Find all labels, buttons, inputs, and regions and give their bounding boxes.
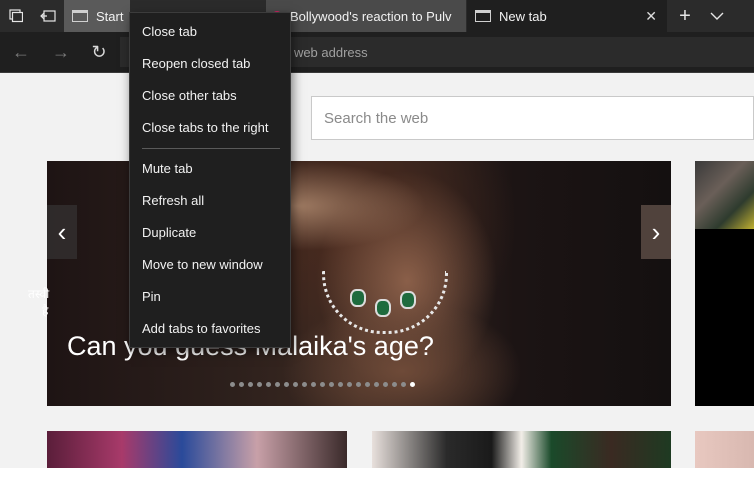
gem-graphic: [400, 291, 416, 309]
menu-item-pin[interactable]: Pin: [142, 289, 161, 304]
menu-item-mute-tab[interactable]: Mute tab: [142, 161, 193, 176]
new-tab-button[interactable]: +: [670, 0, 700, 32]
carousel-dot[interactable]: [338, 382, 343, 387]
carousel-dot[interactable]: [311, 382, 316, 387]
page-icon: [475, 10, 491, 22]
search-input[interactable]: Search the web: [311, 96, 754, 140]
set-tabs-aside-icon[interactable]: [0, 0, 32, 32]
tab-label: New tab: [499, 8, 547, 24]
tab-start[interactable]: Start: [64, 0, 130, 32]
carousel-dot[interactable]: [302, 382, 307, 387]
carousel-dot[interactable]: [383, 382, 388, 387]
tab-label: Start: [96, 8, 124, 24]
forward-button[interactable]: →: [42, 32, 80, 72]
carousel-dot[interactable]: [410, 382, 415, 387]
carousel-dot[interactable]: [230, 382, 235, 387]
carousel-dot[interactable]: [275, 382, 280, 387]
tab-list-chevron-icon[interactable]: [702, 0, 732, 32]
tab-new-tab[interactable]: New tab ✕: [467, 0, 667, 32]
carousel-dot[interactable]: [401, 382, 406, 387]
news-card[interactable]: [47, 431, 347, 468]
menu-item-duplicate[interactable]: Duplicate: [142, 225, 196, 240]
back-button[interactable]: ←: [2, 32, 40, 72]
tab-context-menu: Close tab Reopen closed tab Close other …: [129, 12, 291, 348]
menu-item-add-tabs-to-favorites[interactable]: Add tabs to favorites: [142, 321, 261, 336]
tab-bollywood[interactable]: Bollywood's reaction to Pulv: [266, 0, 466, 32]
carousel-dot[interactable]: [356, 382, 361, 387]
side-card-image: [695, 161, 754, 229]
news-card[interactable]: [372, 431, 671, 468]
search-placeholder: Search the web: [324, 109, 429, 127]
carousel-dot[interactable]: [365, 382, 370, 387]
close-tab-icon[interactable]: ✕: [645, 8, 657, 25]
carousel-dot[interactable]: [284, 382, 289, 387]
address-placeholder: r web address: [286, 44, 368, 60]
carousel-dot[interactable]: [329, 382, 334, 387]
menu-item-close-tabs-to-right[interactable]: Close tabs to the right: [142, 120, 268, 135]
carousel-dot[interactable]: [266, 382, 271, 387]
carousel-dots: [230, 382, 415, 390]
carousel-next-button[interactable]: ›: [641, 205, 671, 259]
gem-graphic: [350, 289, 366, 307]
menu-item-reopen-closed-tab[interactable]: Reopen closed tab: [142, 56, 250, 71]
side-card-line: है: [42, 304, 49, 318]
menu-item-close-tab[interactable]: Close tab: [142, 24, 197, 39]
carousel-dot[interactable]: [248, 382, 253, 387]
carousel-dot[interactable]: [293, 382, 298, 387]
carousel-dot[interactable]: [347, 382, 352, 387]
carousel-prev-button[interactable]: ‹: [47, 205, 77, 259]
page-icon: [72, 10, 88, 22]
side-news-card[interactable]: [695, 161, 754, 406]
carousel-dot[interactable]: [239, 382, 244, 387]
side-card-line: तस्वी: [28, 287, 50, 301]
side-card-text: तस्वी है: [28, 286, 88, 320]
menu-separator: [142, 148, 280, 149]
menu-item-close-other-tabs[interactable]: Close other tabs: [142, 88, 237, 103]
menu-item-refresh-all[interactable]: Refresh all: [142, 193, 204, 208]
carousel-dot[interactable]: [320, 382, 325, 387]
carousel-dot[interactable]: [257, 382, 262, 387]
carousel-dot[interactable]: [392, 382, 397, 387]
tabs-aside-icon[interactable]: [32, 0, 64, 32]
gem-graphic: [375, 299, 391, 317]
refresh-button[interactable]: ↻: [80, 32, 118, 72]
menu-item-move-to-new-window[interactable]: Move to new window: [142, 257, 263, 272]
news-card[interactable]: [695, 431, 754, 468]
tab-label: Bollywood's reaction to Pulv: [290, 8, 452, 24]
carousel-dot[interactable]: [374, 382, 379, 387]
